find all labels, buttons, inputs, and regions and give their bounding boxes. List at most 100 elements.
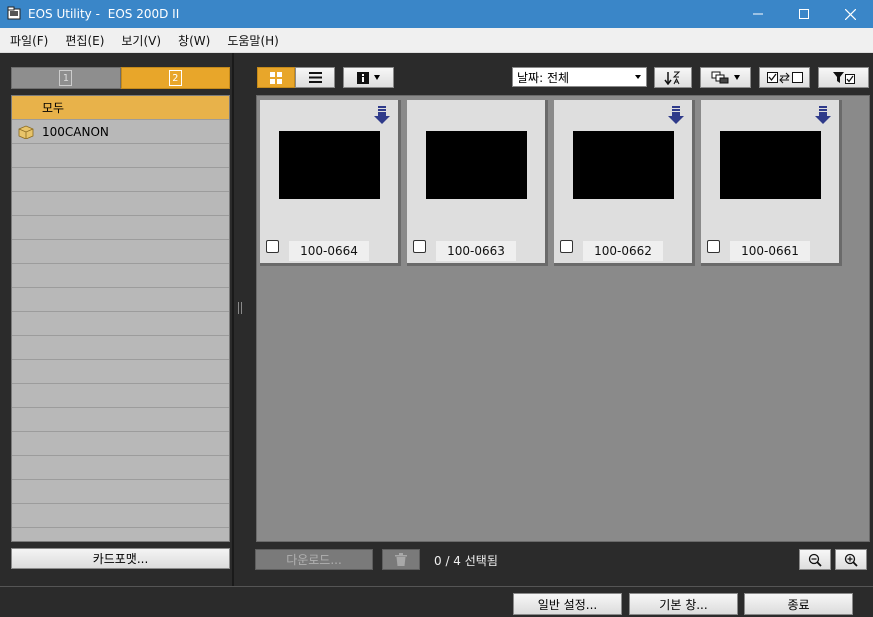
- thumbnail-item[interactable]: 100-0662: [554, 100, 695, 266]
- download-arrow-icon: [815, 106, 831, 124]
- thumbnail-filename: 100-0664: [289, 241, 369, 261]
- app-name: EOS Utility -: [28, 7, 100, 21]
- zoom-in-icon: [844, 553, 858, 567]
- chevron-down-icon: [635, 75, 641, 79]
- folder-item-all[interactable]: 모두: [12, 96, 229, 120]
- sd-card-icon: 2: [168, 70, 182, 86]
- folder-row-empty: [12, 504, 229, 528]
- close-button[interactable]: [827, 0, 873, 28]
- filter-icon: [832, 72, 855, 84]
- minimize-icon: [753, 13, 763, 15]
- filter-button[interactable]: [818, 67, 869, 88]
- folder-row-empty: [12, 336, 229, 360]
- thumbnail-filename: 100-0662: [583, 241, 663, 261]
- download-arrow-icon: [374, 106, 390, 124]
- sort-button[interactable]: [654, 67, 692, 88]
- window-title: EOS Utility - EOS 200D II: [28, 7, 179, 21]
- folder-list: 모두 100CANON: [11, 95, 230, 542]
- folder-row-empty: [12, 408, 229, 432]
- thumbnail-item[interactable]: 100-0663: [407, 100, 548, 266]
- card-slot-2-tab[interactable]: 2: [120, 67, 230, 89]
- thumbnail-checkbox[interactable]: [560, 240, 573, 253]
- thumbnail-grid: 100-0664 100-0663 100-0662 100-0661: [256, 95, 870, 542]
- download-button[interactable]: 다운로드...: [255, 549, 373, 570]
- card-slot-tabs: 1 2: [11, 67, 230, 89]
- chevron-down-icon: [374, 75, 380, 80]
- splitter-handle[interactable]: [238, 302, 246, 318]
- exit-button[interactable]: 종료: [744, 593, 853, 615]
- footer-bar: 일반 설정... 기본 창... 종료: [0, 586, 873, 617]
- thumbnail-image: [573, 131, 674, 199]
- download-arrow-icon: [668, 106, 684, 124]
- folder-row-empty: [12, 216, 229, 240]
- list-icon: [308, 72, 322, 83]
- folder-row-empty: [12, 432, 229, 456]
- zoom-in-button[interactable]: [835, 549, 867, 570]
- zoom-out-button[interactable]: [799, 549, 831, 570]
- copy-icon: [711, 71, 729, 84]
- minimize-button[interactable]: [735, 0, 781, 28]
- main-window-button[interactable]: 기본 창...: [629, 593, 738, 615]
- menu-view[interactable]: 보기(V): [115, 32, 167, 49]
- copy-options-button[interactable]: [700, 67, 751, 88]
- app-icon: [7, 6, 21, 20]
- card-slot-1-tab[interactable]: 1: [11, 67, 121, 89]
- panel-divider: [232, 53, 234, 586]
- folder-label: 100CANON: [42, 124, 109, 139]
- thumbnail-checkbox[interactable]: [413, 240, 426, 253]
- folder-row-empty: [12, 384, 229, 408]
- delete-button[interactable]: [382, 549, 420, 570]
- card-slot-1-label: 1: [62, 72, 69, 84]
- folder-row-empty: [12, 240, 229, 264]
- chevron-down-icon: [734, 75, 740, 80]
- menu-help[interactable]: 도움말(H): [221, 32, 285, 49]
- folder-item-100canon[interactable]: 100CANON: [12, 120, 229, 144]
- info-button[interactable]: [343, 67, 394, 88]
- thumbnail-item[interactable]: 100-0661: [701, 100, 842, 266]
- close-icon: [844, 8, 856, 20]
- general-settings-button[interactable]: 일반 설정...: [513, 593, 622, 615]
- menu-file[interactable]: 파일(F): [4, 32, 54, 49]
- date-filter-value: 날짜: 전체: [517, 70, 570, 85]
- thumbnail-filename: 100-0661: [730, 241, 810, 261]
- thumbnail-filename: 100-0663: [436, 241, 516, 261]
- checkbox-toggle-icon: [766, 71, 803, 83]
- thumbnail-image: [426, 131, 527, 199]
- list-view-button[interactable]: [295, 67, 335, 88]
- folder-row-empty: [12, 456, 229, 480]
- thumbnail-view-button[interactable]: [257, 67, 295, 88]
- thumbnail-checkbox[interactable]: [266, 240, 279, 253]
- folder-row-empty: [12, 312, 229, 336]
- selection-count: 0 / 4 선택됨: [434, 554, 498, 568]
- trash-icon: [395, 553, 407, 566]
- folder-row-empty: [12, 360, 229, 384]
- thumbnail-image: [279, 131, 380, 199]
- folder-row-empty: [12, 288, 229, 312]
- menu-window[interactable]: 창(W): [172, 32, 216, 49]
- grid-icon: [270, 71, 282, 84]
- toggle-selection-button[interactable]: [759, 67, 810, 88]
- folder-row-empty: [12, 480, 229, 504]
- maximize-icon: [799, 9, 809, 19]
- folder-label: 모두: [42, 101, 65, 115]
- thumbnail-image: [720, 131, 821, 199]
- format-card-button[interactable]: 카드포맷...: [11, 548, 230, 569]
- menu-edit[interactable]: 편집(E): [59, 32, 110, 49]
- thumbnail-checkbox[interactable]: [707, 240, 720, 253]
- maximize-button[interactable]: [781, 0, 827, 28]
- folder-row-empty: [12, 192, 229, 216]
- folder-row-empty: [12, 264, 229, 288]
- title-bar: EOS Utility - EOS 200D II: [0, 0, 873, 28]
- info-icon: [357, 71, 369, 84]
- date-filter-select[interactable]: 날짜: 전체: [512, 67, 647, 87]
- thumbnail-item[interactable]: 100-0664: [260, 100, 401, 266]
- card-slot-2-label: 2: [172, 72, 179, 84]
- folder-icon: [18, 125, 34, 139]
- folder-row-empty: [12, 144, 229, 168]
- menu-bar: 파일(F) 편집(E) 보기(V) 창(W) 도움말(H): [0, 28, 873, 53]
- folder-row-empty: [12, 168, 229, 192]
- device-name: EOS 200D II: [107, 7, 180, 21]
- sd-card-icon: 1: [59, 70, 73, 86]
- zoom-out-icon: [808, 553, 822, 567]
- sort-icon: [664, 71, 681, 85]
